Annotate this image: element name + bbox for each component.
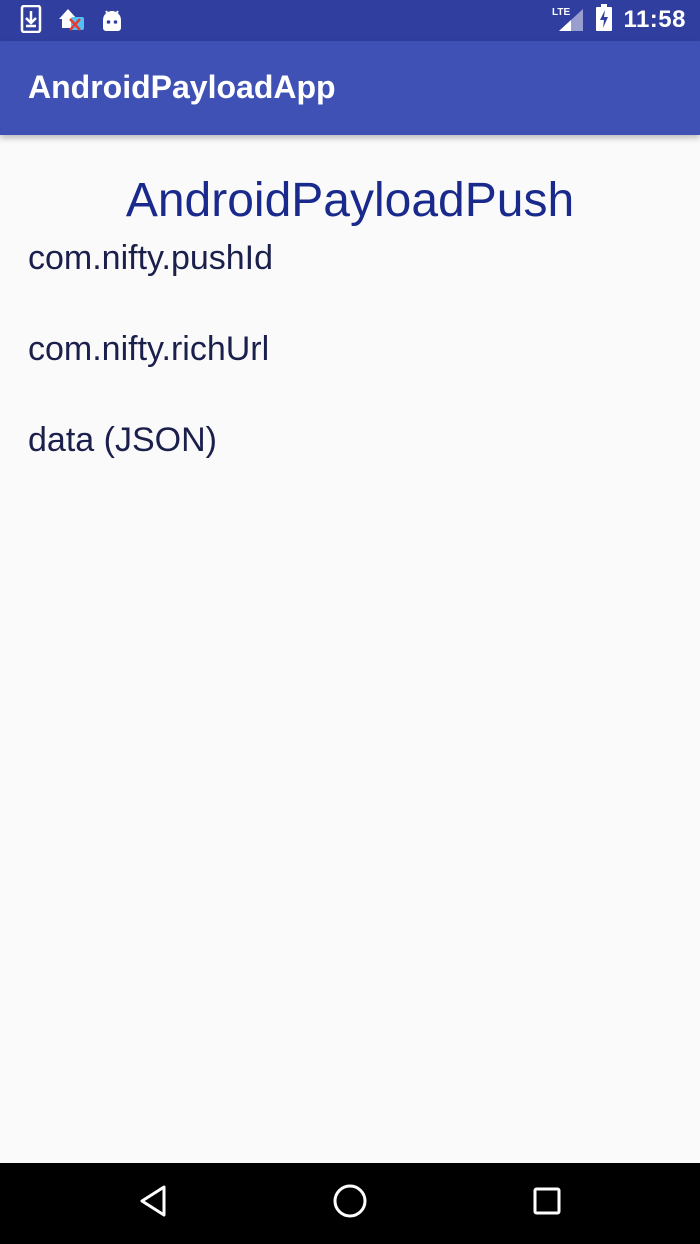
home-button[interactable]	[330, 1183, 370, 1223]
notification-icon	[56, 5, 86, 38]
status-bar: LTE 11:58	[0, 0, 700, 41]
svg-text:LTE: LTE	[552, 7, 570, 18]
android-icon	[100, 6, 124, 37]
status-time: 11:58	[623, 6, 686, 33]
page-heading: AndroidPayloadPush	[125, 174, 575, 227]
data-json-label: data (JSON)	[28, 421, 217, 459]
app-bar: AndroidPayloadApp	[0, 41, 700, 135]
back-button[interactable]	[133, 1183, 173, 1223]
screen: LTE 11:58 AndroidPayloadApp AndroidPaylo…	[0, 0, 700, 1244]
rich-url-label: com.nifty.richUrl	[28, 330, 270, 368]
lte-signal-icon: LTE	[551, 4, 585, 37]
recents-button[interactable]	[527, 1183, 567, 1223]
battery-charging-icon	[595, 3, 613, 37]
back-icon	[137, 1184, 169, 1223]
main-content: AndroidPayloadPush com.nifty.pushId com.…	[0, 135, 700, 1163]
home-icon	[332, 1183, 368, 1224]
navigation-bar	[0, 1163, 700, 1244]
status-system: LTE 11:58	[551, 3, 686, 37]
status-notifications	[20, 4, 124, 38]
download-icon	[20, 4, 42, 38]
recents-icon	[532, 1186, 562, 1221]
app-title: AndroidPayloadApp	[28, 69, 336, 105]
push-id-label: com.nifty.pushId	[28, 239, 274, 277]
